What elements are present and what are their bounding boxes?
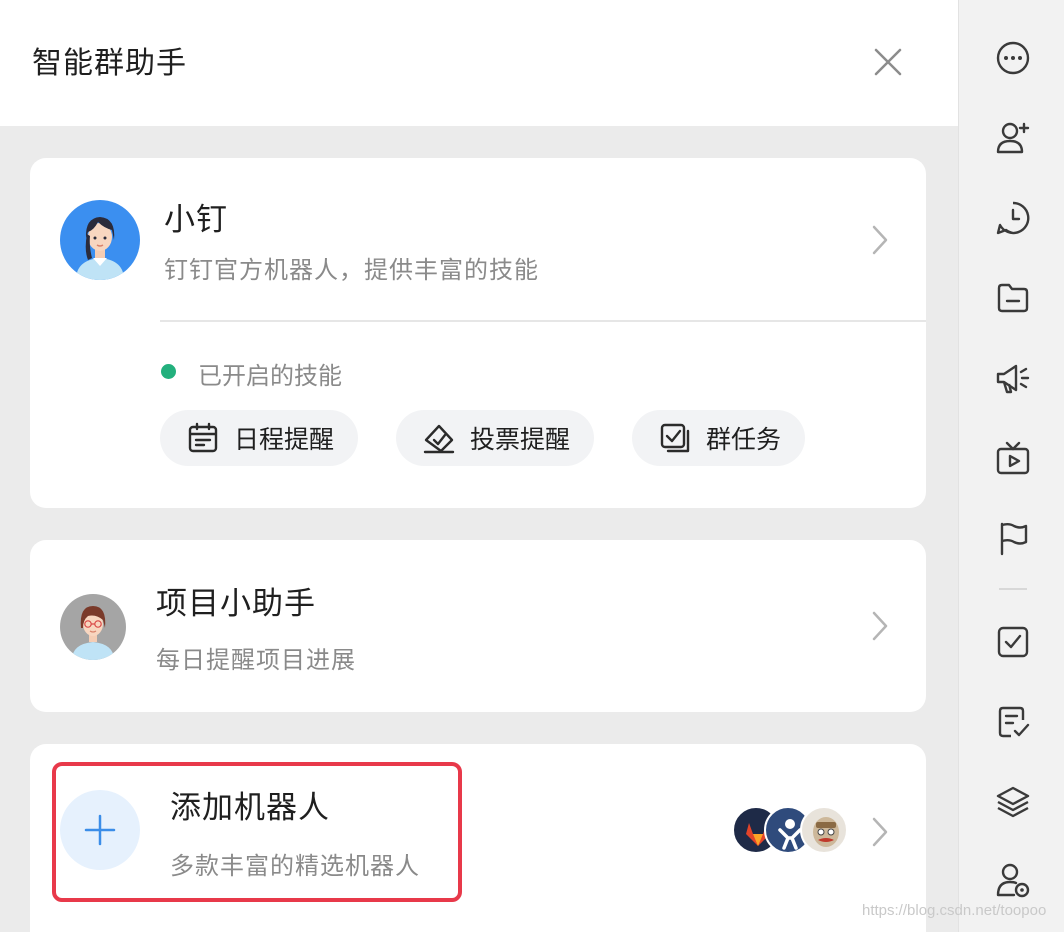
skill-chip-group-task[interactable]: 群任务: [632, 410, 806, 466]
chevron-right-icon[interactable]: [868, 814, 892, 850]
xiaoding-name: 小钉: [164, 202, 228, 238]
checkbox-icon[interactable]: [995, 624, 1031, 660]
skill-chip-vote[interactable]: 投票提醒: [396, 410, 595, 466]
xiaoding-card[interactable]: 小钉 钉钉官方机器人，提供丰富的技能 已开启的技能 日程提醒 投票提醒 群任务: [30, 158, 926, 508]
tv-play-icon[interactable]: [995, 440, 1031, 476]
project-helper-avatar: [60, 594, 126, 660]
more-icon[interactable]: [995, 40, 1031, 76]
sidebar-divider: [999, 588, 1027, 590]
calendar-icon: [188, 422, 218, 453]
user-settings-icon[interactable]: [995, 862, 1031, 898]
right-sidebar: [958, 0, 1064, 932]
group-assistant-panel: 智能群助手 小钉 钉钉官方机器人，提供丰富的技能 已开启的技能 日程提醒 投票提…: [0, 0, 958, 932]
skill-label: 群任务: [706, 425, 782, 454]
close-icon[interactable]: [870, 44, 906, 80]
highlight-box: [52, 762, 462, 902]
chevron-right-icon[interactable]: [868, 608, 892, 644]
skill-label: 投票提醒: [470, 425, 571, 454]
layers-icon[interactable]: [995, 784, 1031, 820]
travis-icon: [800, 806, 848, 854]
xiaoding-avatar: [60, 200, 140, 280]
project-helper-card[interactable]: 项目小助手 每日提醒项目进展: [30, 540, 926, 712]
vote-icon: [423, 424, 455, 454]
skill-label: 日程提醒: [234, 425, 335, 454]
divider: [160, 320, 926, 322]
megaphone-icon[interactable]: [995, 360, 1031, 396]
panel-header: 智能群助手: [0, 0, 958, 126]
add-user-icon[interactable]: [995, 120, 1031, 156]
flag-icon[interactable]: [995, 520, 1031, 556]
chevron-right-icon[interactable]: [868, 222, 892, 258]
add-robot-card[interactable]: 添加机器人 多款丰富的精选机器人: [30, 744, 926, 932]
edit-check-icon[interactable]: [995, 704, 1031, 740]
page-title: 智能群助手: [32, 46, 187, 81]
folder-icon[interactable]: [995, 280, 1031, 316]
clock-icon[interactable]: [995, 200, 1031, 236]
watermark: https://blog.csdn.net/toopoo: [862, 902, 1047, 919]
project-helper-desc: 每日提醒项目进展: [156, 646, 356, 674]
skill-chip-schedule[interactable]: 日程提醒: [160, 410, 359, 466]
task-check-icon: [660, 423, 690, 453]
status-dot: [161, 364, 176, 379]
enabled-skills-label: 已开启的技能: [198, 362, 342, 390]
xiaoding-desc: 钉钉官方机器人，提供丰富的技能: [164, 256, 539, 284]
project-helper-name: 项目小助手: [156, 586, 316, 622]
